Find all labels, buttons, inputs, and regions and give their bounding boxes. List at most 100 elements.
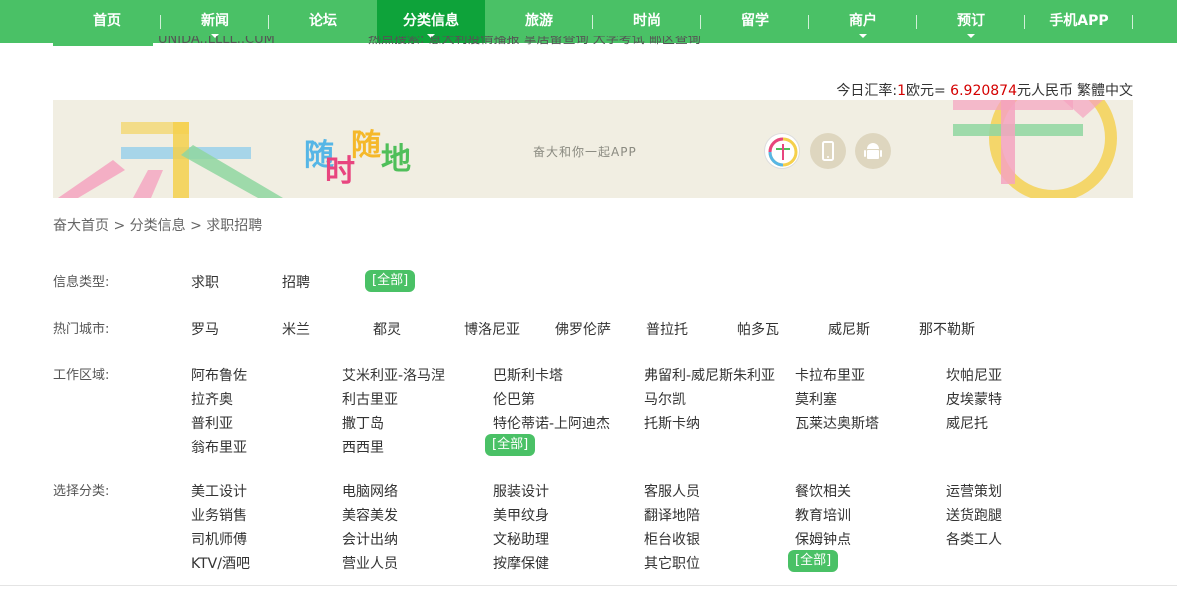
phone-icon[interactable] — [810, 133, 846, 169]
nav-forum[interactable]: 论坛 — [269, 0, 377, 43]
nav-booking-label: 预订 — [957, 13, 985, 29]
android-icon[interactable] — [855, 133, 891, 169]
filter-city-option[interactable]: 佛罗伦萨 — [555, 319, 611, 339]
filter-label-region: 工作区域: — [53, 368, 110, 383]
rate-value: 6.920874 — [945, 83, 1017, 99]
filter-category-option[interactable]: 电脑网络 — [342, 481, 398, 501]
filter-category-option[interactable]: 教育培训 — [795, 505, 851, 525]
android-robot-icon — [864, 143, 882, 159]
chevron-down-icon — [967, 34, 975, 38]
slogan-char: 地 — [381, 142, 411, 177]
site-logo[interactable] — [53, 43, 153, 46]
filter-region-option[interactable]: 翁布里亚 — [191, 437, 247, 457]
slogan-char: 随 — [351, 128, 381, 163]
breadcrumb-separator: > — [113, 218, 126, 234]
rate-unit-from: 欧元= — [906, 83, 946, 99]
filter-type-hiring[interactable]: 招聘 — [282, 272, 310, 292]
breadcrumb-separator: > — [190, 218, 202, 234]
filter-region-option[interactable]: 坎帕尼亚 — [946, 365, 1002, 385]
filter-region-option[interactable]: 瓦莱达奥斯塔 — [795, 413, 879, 433]
filter-label-city: 热门城市: — [53, 322, 110, 337]
nav-separator — [1132, 15, 1133, 29]
filter-region-option[interactable]: 西西里 — [342, 437, 384, 457]
filter-category-option[interactable]: 美甲纹身 — [493, 505, 549, 525]
banner-tagline: 奋大和你一起APP — [533, 145, 637, 159]
filter-city-option[interactable]: 那不勒斯 — [919, 319, 975, 339]
filter-region-option[interactable]: 卡拉布里亚 — [795, 365, 865, 385]
filter-type-all[interactable]: [全部] — [365, 270, 416, 292]
filter-city-option[interactable]: 都灵 — [373, 319, 401, 339]
filter-region-option[interactable]: 拉齐奥 — [191, 389, 233, 409]
traditional-chinese-toggle[interactable]: 繁體中文 — [1077, 83, 1133, 99]
filter-region-option[interactable]: 威尼托 — [946, 413, 988, 433]
filter-category-option[interactable]: 会计出纳 — [342, 529, 398, 549]
nav-news-label: 新闻 — [201, 13, 229, 29]
mobile-phone-icon — [822, 141, 834, 161]
filter-category-option[interactable]: 翻译地陪 — [644, 505, 700, 525]
filter-region-option[interactable]: 托斯卡纳 — [644, 413, 700, 433]
filter-label-category: 选择分类: — [53, 484, 110, 499]
filter-category-option[interactable]: 运营策划 — [946, 481, 1002, 501]
app-promo-banner[interactable]: 随 时 随 地 奋大和你一起APP — [53, 100, 1133, 198]
fenda-app-icon[interactable] — [764, 133, 800, 169]
filter-category-option[interactable]: 其它职位 — [644, 553, 700, 573]
breadcrumb-classifieds[interactable]: 分类信息 — [130, 218, 186, 234]
filter-label-type: 信息类型: — [53, 275, 110, 290]
filter-region-option[interactable]: 弗留利-威尼斯朱利亚 — [644, 365, 775, 385]
filter-category-option[interactable]: 柜台收银 — [644, 529, 700, 549]
breadcrumb-home[interactable]: 奋大首页 — [53, 218, 109, 234]
filter-city-option[interactable]: 博洛尼亚 — [464, 319, 520, 339]
filter-category-option[interactable]: 服装设计 — [493, 481, 549, 501]
rate-amount: 1 — [897, 83, 906, 99]
filter-category-option[interactable]: 营业人员 — [342, 553, 398, 573]
filter-region-option[interactable]: 撒丁岛 — [342, 413, 384, 433]
filter-region-all[interactable]: [全部] — [485, 434, 536, 456]
filter-city-option[interactable]: 罗马 — [191, 319, 219, 339]
rate-label: 今日汇率: — [836, 83, 898, 99]
nav-merchants-label: 商户 — [849, 13, 877, 29]
filter-region-option[interactable]: 艾米利亚-洛马涅 — [342, 365, 445, 385]
rate-unit-to: 元人民币 — [1017, 83, 1073, 99]
exchange-rate: 今日汇率:1欧元= 6.920874元人民币 繁體中文 — [836, 80, 1133, 100]
filter-category-all[interactable]: [全部] — [788, 550, 839, 572]
filter-region-option[interactable]: 利古里亚 — [342, 389, 398, 409]
nav-classifieds-label: 分类信息 — [403, 13, 459, 29]
nav-home[interactable]: 首页 — [53, 0, 161, 43]
filter-category-option[interactable]: KTV/酒吧 — [191, 553, 250, 573]
filter-region-option[interactable]: 伦巴第 — [493, 389, 535, 409]
hot-search-links[interactable]: 热点搜索: 意大利疫情播报 拿居留查询 大学考试 邮区查询 — [368, 36, 701, 52]
filter-region-option[interactable]: 皮埃蒙特 — [946, 389, 1002, 409]
filter-category-option[interactable]: 各类工人 — [946, 529, 1002, 549]
filter-region-option[interactable]: 巴斯利卡塔 — [493, 365, 563, 385]
filter-city-option[interactable]: 帕多瓦 — [737, 319, 779, 339]
filter-region-option[interactable]: 特伦蒂诺-上阿迪杰 — [493, 413, 610, 433]
filter-category-option[interactable]: 保姆钟点 — [795, 529, 851, 549]
filter-category-option[interactable]: 送货跑腿 — [946, 505, 1002, 525]
filter-category-option[interactable]: 文秘助理 — [493, 529, 549, 549]
fenda-logo-icon — [768, 137, 798, 167]
filter-category-option[interactable]: 按摩保健 — [493, 553, 549, 573]
filter-city-option[interactable]: 普拉托 — [646, 319, 688, 339]
nav-study-abroad[interactable]: 留学 — [701, 0, 809, 43]
filter-category-option[interactable]: 美工设计 — [191, 481, 247, 501]
site-domain-text: UNIDA..LLLL..CUM — [158, 36, 275, 47]
filter-category-option[interactable]: 餐饮相关 — [795, 481, 851, 501]
nav-booking[interactable]: 预订 — [917, 0, 1025, 43]
filter-region-option[interactable]: 普利亚 — [191, 413, 233, 433]
filter-region-option[interactable]: 莫利塞 — [795, 389, 837, 409]
filter-type-job-seeking[interactable]: 求职 — [191, 272, 219, 292]
filter-city-option[interactable]: 威尼斯 — [828, 319, 870, 339]
section-divider — [0, 585, 1177, 586]
filter-city-option[interactable]: 米兰 — [282, 319, 310, 339]
filter-category-option[interactable]: 客服人员 — [644, 481, 700, 501]
breadcrumb: 奋大首页 > 分类信息 > 求职招聘 — [53, 215, 262, 235]
filter-category-option[interactable]: 美容美发 — [342, 505, 398, 525]
filter-region-option[interactable]: 阿布鲁佐 — [191, 365, 247, 385]
breadcrumb-current: 求职招聘 — [206, 218, 263, 234]
filter-category-option[interactable]: 业务销售 — [191, 505, 247, 525]
nav-mobile-app[interactable]: 手机APP — [1025, 0, 1133, 43]
filter-category-option[interactable]: 司机师傅 — [191, 529, 247, 549]
nav-merchants[interactable]: 商户 — [809, 0, 917, 43]
chevron-down-icon — [859, 34, 867, 38]
filter-region-option[interactable]: 马尔凯 — [644, 389, 686, 409]
